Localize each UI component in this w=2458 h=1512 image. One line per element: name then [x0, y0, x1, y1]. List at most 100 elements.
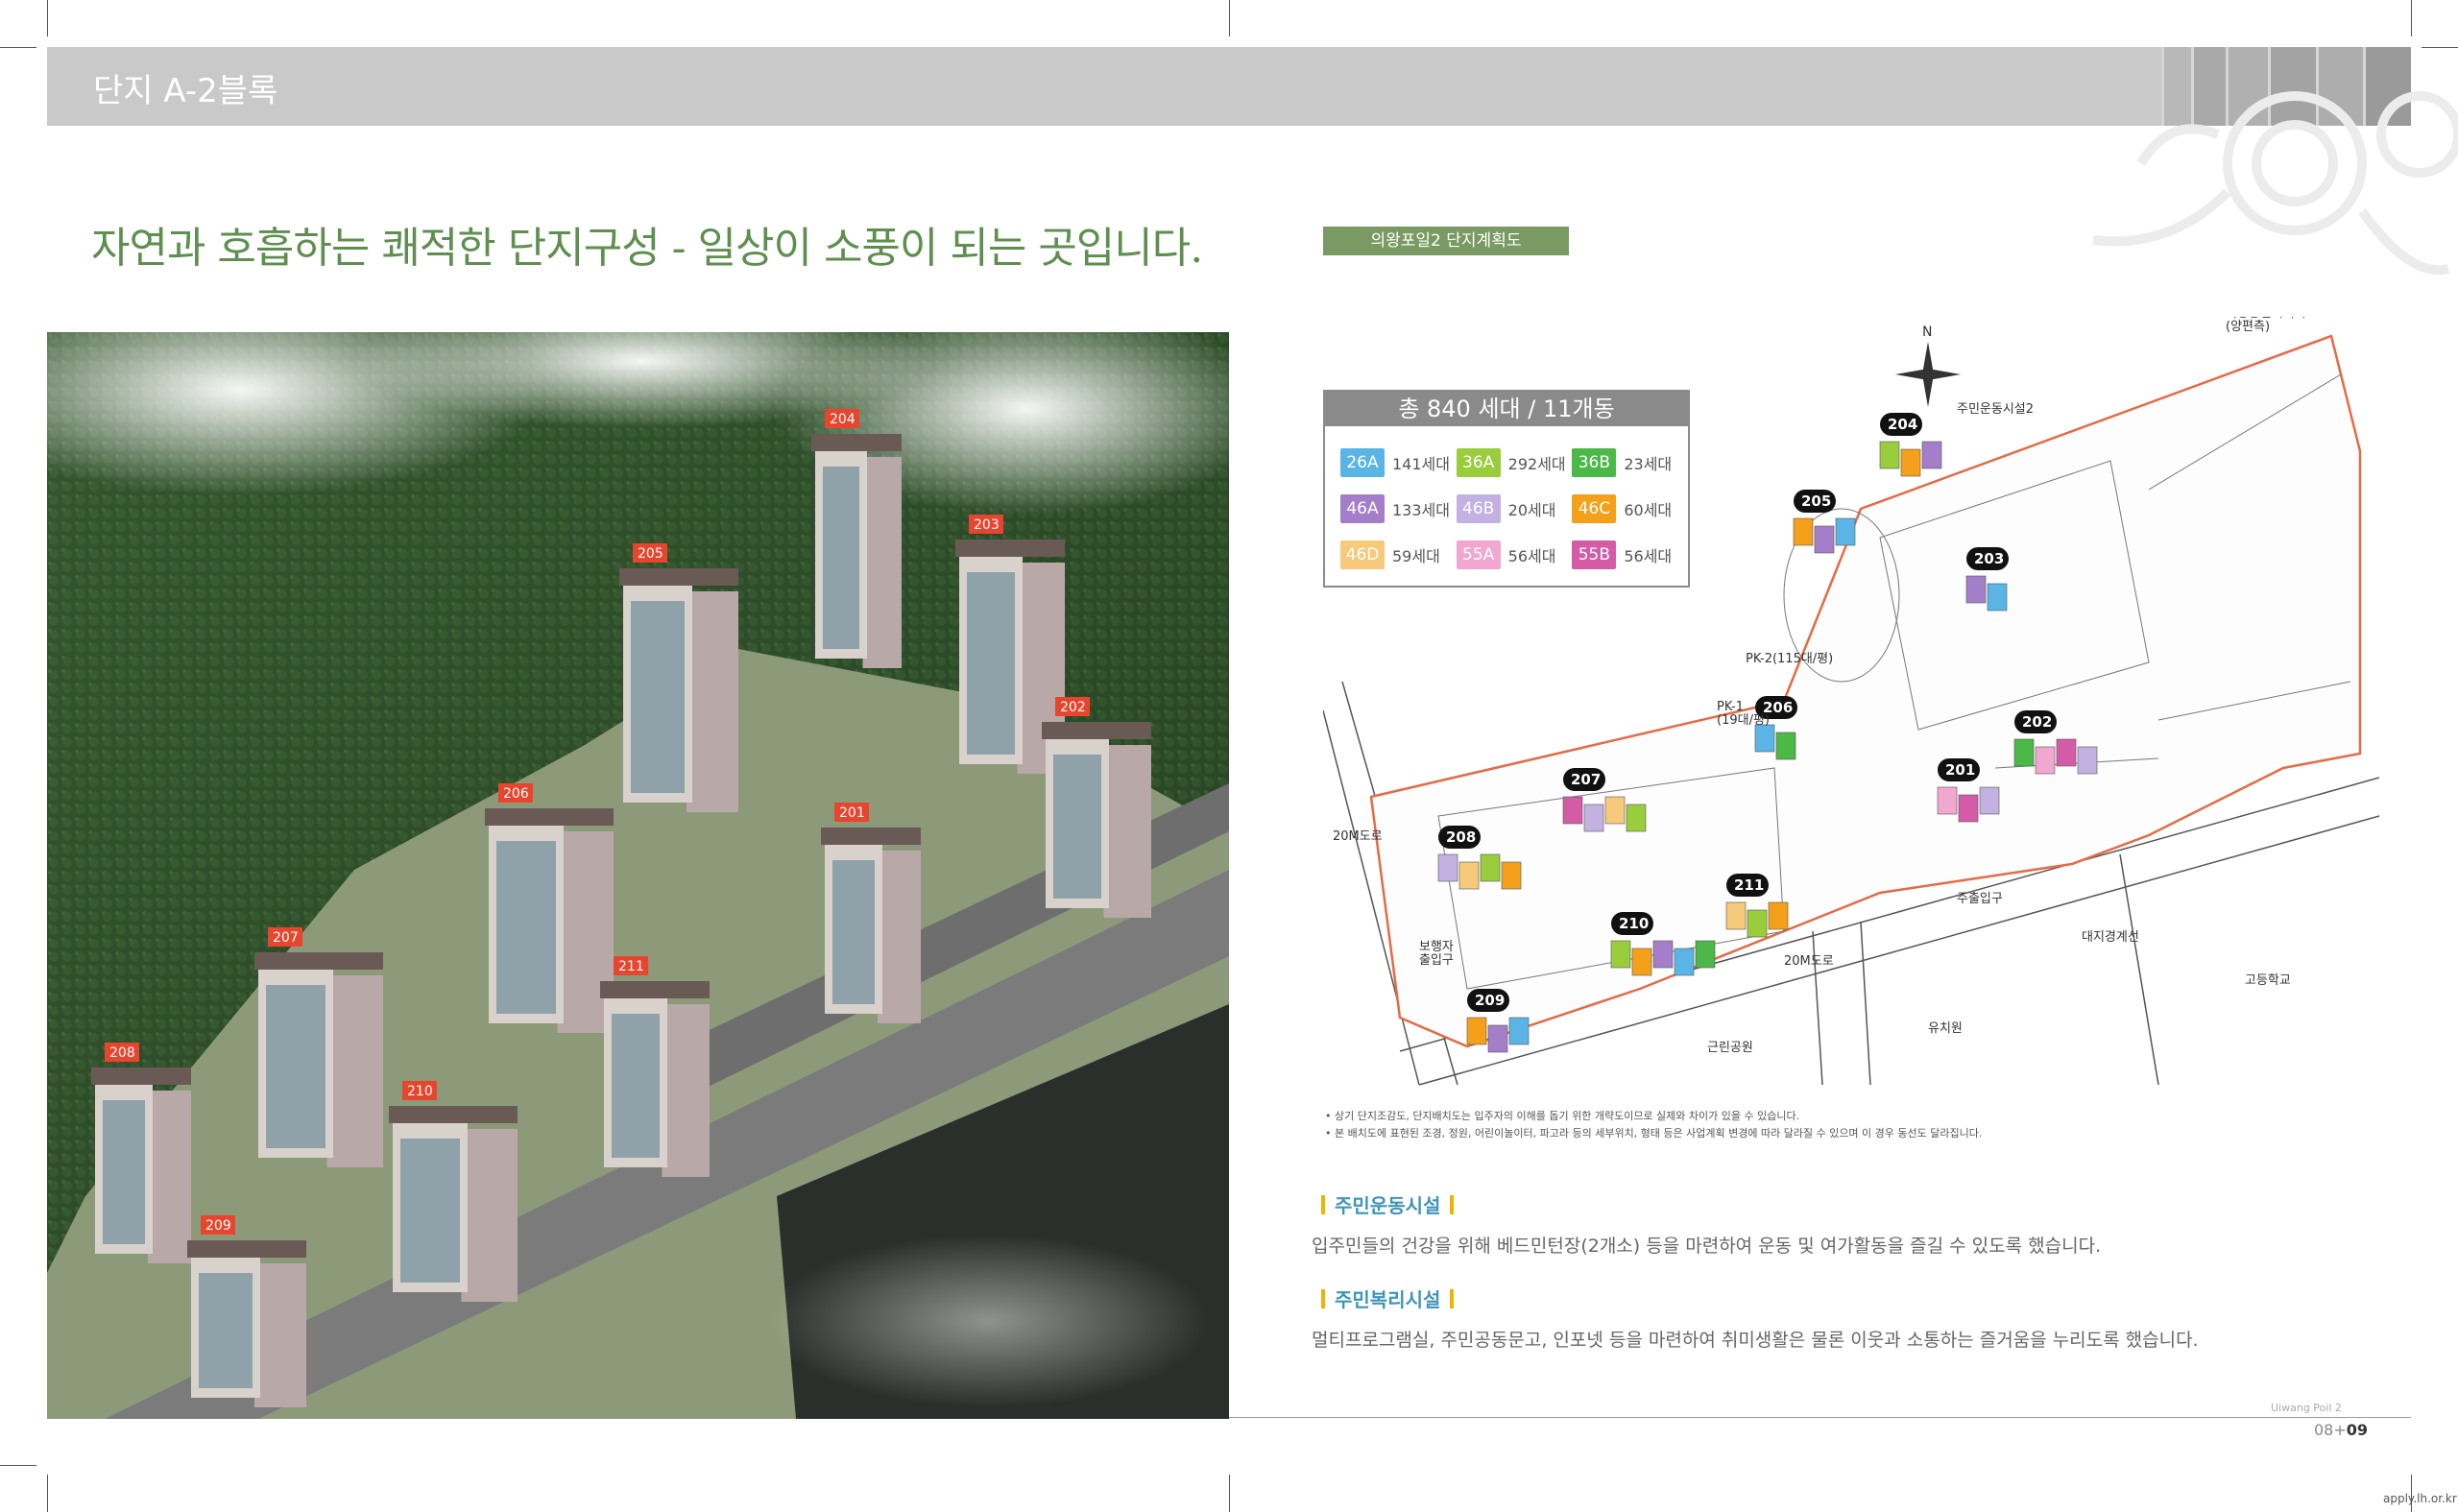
compass-icon: N: [1895, 324, 1961, 407]
section-body: 멀티프로그램실, 주민공동문고, 인포넷 등을 마련하여 취미생활은 물론 이웃…: [1312, 1330, 2199, 1351]
legend-swatch: 46B: [1456, 494, 1501, 523]
aerial-rendering: 204 205 203 202 206 201 207 211 208 210 209: [47, 332, 1229, 1419]
plan-label-park: 근린공원: [1707, 1041, 1753, 1055]
plan-building-label: 208: [1446, 828, 1476, 846]
crop-mark: [2411, 0, 2412, 36]
plan-building-label: 207: [1571, 771, 1601, 788]
building-204: 204: [811, 409, 902, 668]
source-watermark: apply.lh.or.kr: [2383, 1492, 2457, 1505]
page-number: 08+09: [2314, 1421, 2368, 1439]
section-title-text: 주민복리시설: [1335, 1288, 1441, 1311]
plan-building-label: 201: [1945, 761, 1975, 779]
building-201: 201: [821, 803, 921, 1023]
unit-block: [1480, 853, 1501, 882]
unit-block: [1674, 948, 1695, 976]
plan-label-sub-entrance: 보행자 출입구: [1419, 939, 1454, 968]
building-label: 205: [638, 546, 663, 562]
site-plan-tag: 의왕포일2 단지계획도: [1323, 227, 1569, 255]
plan-label-pk2: PK-2(115대/평): [1746, 652, 1833, 666]
building-label: 208: [109, 1045, 135, 1061]
legend-entry: 26A 141세대: [1340, 448, 1457, 477]
unit-block: [1835, 517, 1856, 546]
unit-block: [2013, 738, 2035, 767]
building-label: 210: [407, 1084, 433, 1099]
legend-swatch: 26A: [1340, 448, 1385, 477]
section-title: 주민운동시설: [1312, 1190, 2101, 1218]
unit-legend: 총 840 세대 / 11개동 26A 141세대 36A 292세대 36B 23세대 4…: [1323, 390, 1690, 588]
section-fitness: 주민운동시설 입주민들의 건강을 위해 베드민턴장(2개소) 등을 마련하여 운…: [1312, 1190, 2101, 1258]
footer-rule: [1229, 1417, 2411, 1418]
title-bar-right: [1450, 1288, 1455, 1308]
unit-block: [1508, 1017, 1530, 1045]
legend-count: 133세대: [1392, 501, 1450, 519]
crop-mark: [0, 47, 36, 48]
plan-label-kindergarten: 유치원: [1928, 1021, 1963, 1036]
plan-building-label: 210: [1619, 915, 1649, 932]
page-title: 단지 A-2블록: [93, 72, 278, 110]
plan-label-plaza: 주민운동시설2: [1957, 402, 2034, 417]
legend-count: 56세대: [1507, 547, 1556, 565]
headline: 자연과 호흡하는 쾌적한 단지구성 - 일상이 소풍이 되는 곳입니다.: [91, 224, 1203, 273]
plan-building-label: 209: [1475, 992, 1505, 1009]
plan-label-main-entrance: 주출입구: [1957, 892, 2003, 906]
legend-swatch: 46C: [1572, 494, 1617, 523]
unit-block: [1987, 583, 2008, 612]
unit-block: [1583, 804, 1604, 832]
legend-entry: 36A 292세대: [1456, 448, 1573, 477]
building-206: 206: [485, 783, 614, 1033]
legend-entry: 36B 23세대: [1572, 448, 1688, 477]
building-label: 203: [974, 517, 1000, 533]
legend-count: 292세대: [1507, 455, 1566, 473]
legend-entry: 55A 56세대: [1456, 540, 1573, 569]
building-label: 209: [205, 1218, 231, 1234]
legend-count: 23세대: [1624, 455, 1673, 473]
legend-swatch: 36A: [1456, 448, 1501, 477]
legend-title: 총 840 세대 / 11개동: [1325, 392, 1688, 426]
building-label: 207: [273, 930, 299, 946]
unit-block: [1768, 901, 1789, 930]
footer-brand: Uiwang Poil 2: [2271, 1402, 2342, 1414]
building-label: 206: [503, 786, 529, 802]
unit-block: [1487, 1024, 1508, 1053]
building-209: 209: [187, 1215, 306, 1407]
section-title-text: 주민운동시설: [1335, 1194, 1441, 1217]
building-label: 201: [839, 805, 865, 821]
unit-block: [1879, 441, 1900, 469]
legend-entry: 55B 56세대: [1572, 540, 1688, 569]
unit-block: [1900, 448, 1921, 477]
legend-entry: 46D 59세대: [1340, 540, 1457, 569]
page-prefix: 08+: [2314, 1421, 2347, 1439]
plan-building-label: 204: [1888, 416, 1917, 433]
unit-block: [1458, 861, 1480, 890]
unit-block: [1626, 804, 1647, 832]
building-207: 207: [254, 927, 383, 1167]
crop-mark: [47, 1475, 48, 1512]
building-label: 211: [618, 959, 644, 974]
plan-label-boundary: 대지경계선: [2082, 930, 2139, 945]
legend-swatch: 55B: [1572, 540, 1617, 569]
legend-count: 60세대: [1624, 501, 1673, 519]
crop-mark: [47, 0, 48, 36]
title-bar-right: [1450, 1194, 1455, 1214]
unit-block: [2035, 746, 2056, 775]
building-label: 204: [830, 412, 855, 427]
crop-mark: [1229, 1475, 1230, 1512]
plan-building-label: 211: [1734, 876, 1764, 894]
unit-block: [1979, 786, 2000, 815]
title-bar-left: [1321, 1194, 1325, 1214]
unit-block: [1604, 796, 1626, 825]
unit-block: [1775, 732, 1796, 760]
building-205: 205: [619, 543, 738, 812]
unit-block: [1652, 940, 1674, 969]
legend-count: 59세대: [1392, 547, 1440, 565]
legend-row: 46D 59세대 55A 56세대 55B 56세대: [1340, 532, 1688, 578]
unit-block: [1695, 940, 1716, 969]
legend-count: 20세대: [1507, 501, 1556, 519]
unit-block: [1937, 786, 1958, 815]
legend-entry: 46A 133세대: [1340, 494, 1457, 523]
plan-building-label: 205: [1801, 492, 1831, 510]
unit-block: [1747, 909, 1768, 938]
legend-swatch: 55A: [1456, 540, 1501, 569]
legend-swatch: 46D: [1340, 540, 1385, 569]
crop-mark: [2422, 47, 2458, 48]
